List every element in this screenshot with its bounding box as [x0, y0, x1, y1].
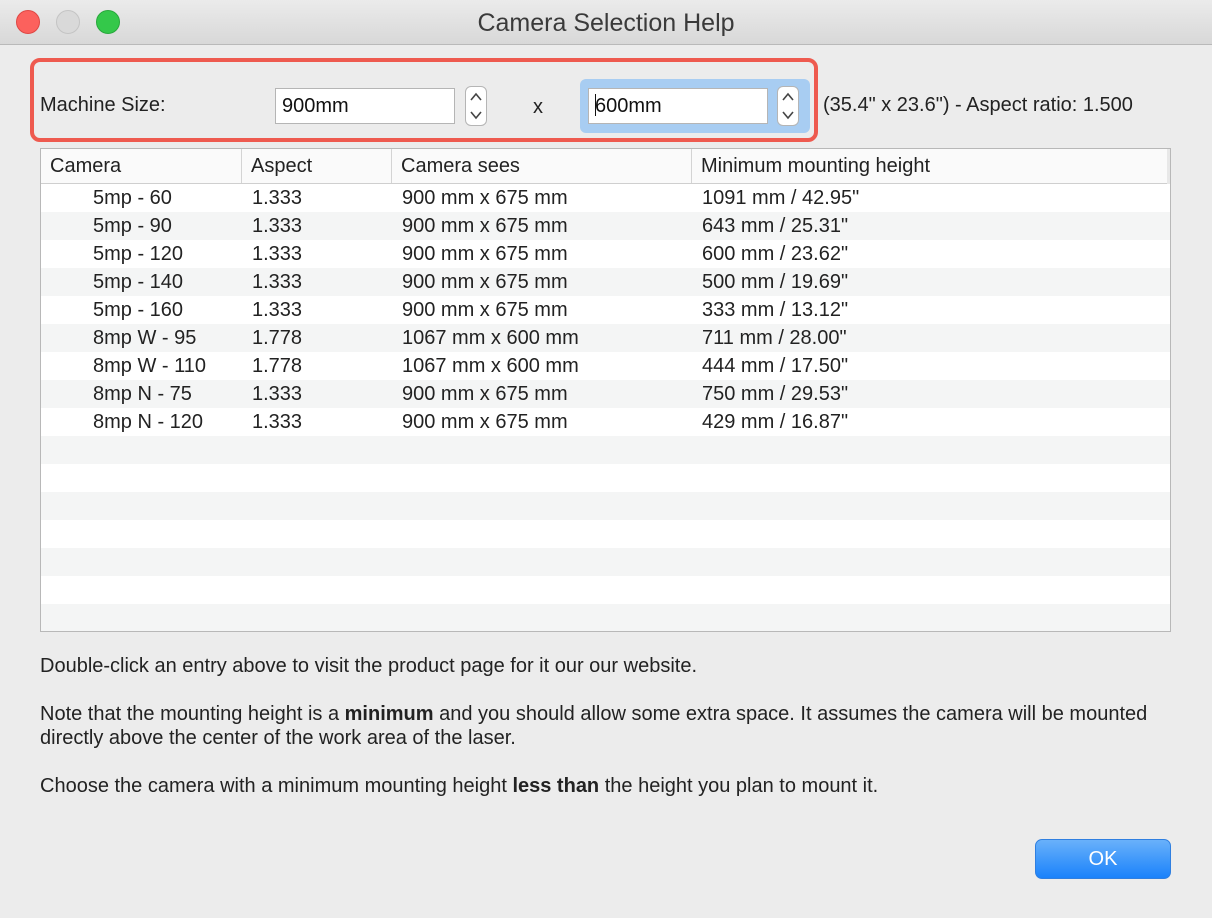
table-header: Camera Aspect Camera sees Minimum mounti… — [41, 149, 1170, 184]
table-cell: 643 mm / 25.31" — [702, 215, 849, 237]
camera-selection-help-window: Camera Selection Help Machine Size: 900m… — [0, 0, 1212, 918]
table-cell: 1.333 — [252, 243, 303, 265]
table-row[interactable]: 5mp - 120 1.333 900 mm x 675 mm 600 mm / 23… — [41, 240, 1170, 268]
table-row[interactable]: 8mp W - 110 1.778 1067 mm x 600 mm 444 mm /… — [41, 352, 1170, 380]
table-row[interactable]: 5mp - 140 1.333 900 mm x 675 mm 500 mm / 19… — [41, 268, 1170, 296]
table-cell: 1067 mm x 600 mm — [402, 355, 579, 377]
table-cell: 1.333 — [252, 215, 303, 237]
machine-width-stepper[interactable] — [465, 86, 487, 126]
table-cell: 444 mm / 17.50" — [702, 355, 849, 377]
width-increment-button[interactable] — [466, 87, 486, 106]
table-row[interactable]: 8mp N - 75 1.333 900 mm x 675 mm 750 mm / 2… — [41, 380, 1170, 408]
table-cell: 1.333 — [252, 411, 303, 433]
column-header-minimum-mounting-height[interactable]: Minimum mounting height — [692, 149, 1170, 183]
table-row[interactable]: 5mp - 60 1.333 900 mm x 675 mm 1091 mm / 42… — [41, 184, 1170, 212]
help-text-fragment: the height you plan to mount it. — [599, 775, 879, 797]
table-cell: 500 mm / 19.69" — [702, 271, 849, 293]
help-text-emphasis: minimum — [344, 703, 434, 725]
column-header-camera-sees[interactable]: Camera sees — [392, 149, 692, 183]
empty-table-row — [41, 548, 1170, 576]
table-cell: 1.333 — [252, 383, 303, 405]
table-cell: 600 mm / 23.62" — [702, 243, 849, 265]
table-cell: 1.778 — [252, 327, 303, 349]
table-cell: 1067 mm x 600 mm — [402, 327, 579, 349]
table-cell: 1.333 — [252, 187, 303, 209]
table-row[interactable]: 5mp - 160 1.333 900 mm x 675 mm 333 mm / 13… — [41, 296, 1170, 324]
table-cell: 1.333 — [252, 271, 303, 293]
table-cell: 1.333 — [252, 299, 303, 321]
help-text-minimum-note: Note that the mounting height is a minim… — [40, 702, 1180, 750]
height-decrement-button[interactable] — [778, 106, 798, 125]
help-text-choose-camera: Choose the camera with a minimum mountin… — [40, 774, 1180, 798]
machine-size-label: Machine Size: — [40, 94, 166, 116]
height-increment-button[interactable] — [778, 87, 798, 106]
table-cell: 1.778 — [252, 355, 303, 377]
table-cell: 5mp - 120 — [93, 243, 184, 265]
table-row[interactable]: 5mp - 90 1.333 900 mm x 675 mm 643 mm / 25.… — [41, 212, 1170, 240]
table-cell: 900 mm x 675 mm — [402, 243, 568, 265]
help-text-fragment: Note that the mounting height is a — [40, 703, 345, 725]
table-cell: 333 mm / 13.12" — [702, 299, 849, 321]
table-cell: 8mp N - 120 — [93, 411, 204, 433]
table-cell: 5mp - 160 — [93, 299, 184, 321]
chevron-up-icon — [470, 92, 482, 101]
table-cell: 429 mm / 16.87" — [702, 411, 849, 433]
chevron-up-icon — [782, 92, 794, 101]
table-cell: 900 mm x 675 mm — [402, 215, 568, 237]
machine-height-value: 600mm — [595, 95, 662, 117]
empty-table-row — [41, 464, 1170, 492]
machine-height-stepper[interactable] — [777, 86, 799, 126]
table-cell: 5mp - 140 — [93, 271, 184, 293]
table-cell: 8mp W - 95 — [93, 327, 197, 349]
table-cell: 711 mm / 28.00" — [702, 327, 847, 349]
help-text-emphasis: less than — [512, 775, 600, 797]
table-cell: 900 mm x 675 mm — [402, 271, 568, 293]
help-text-fragment: Choose the camera with a minimum mountin… — [40, 775, 513, 797]
table-cell: 8mp W - 110 — [93, 355, 206, 377]
help-text-double-click: Double-click an entry above to visit the… — [40, 655, 698, 677]
camera-table[interactable]: Camera Aspect Camera sees Minimum mounti… — [40, 148, 1171, 632]
width-decrement-button[interactable] — [466, 106, 486, 125]
machine-height-field[interactable]: 600mm — [588, 88, 768, 124]
empty-table-row — [41, 520, 1170, 548]
column-header-aspect[interactable]: Aspect — [242, 149, 392, 183]
machine-size-summary: (35.4" x 23.6") - Aspect ratio: 1.500 — [823, 94, 1133, 116]
column-header-camera[interactable]: Camera — [41, 149, 242, 183]
table-cell: 8mp N - 75 — [93, 383, 192, 405]
machine-width-field[interactable]: 900mm — [275, 88, 455, 124]
header-scroll-corner — [1167, 149, 1170, 184]
dimension-separator: x — [533, 96, 543, 118]
empty-table-row — [41, 576, 1170, 604]
empty-table-row — [41, 436, 1170, 464]
table-row[interactable]: 8mp N - 120 1.333 900 mm x 675 mm 429 mm / … — [41, 408, 1170, 436]
window-title: Camera Selection Help — [477, 9, 735, 37]
empty-table-row — [41, 492, 1170, 520]
table-cell: 900 mm x 675 mm — [402, 411, 568, 433]
table-cell: 1091 mm / 42.95" — [702, 187, 860, 209]
table-cell: 5mp - 60 — [93, 187, 172, 209]
title-bar: Camera Selection Help — [0, 0, 1212, 45]
chevron-down-icon — [470, 111, 482, 120]
ok-button[interactable]: OK — [1035, 839, 1171, 879]
chevron-down-icon — [782, 111, 794, 120]
empty-table-row — [41, 604, 1170, 631]
table-body: 5mp - 60 1.333 900 mm x 675 mm 1091 mm / 42… — [41, 184, 1170, 631]
table-cell: 900 mm x 675 mm — [402, 383, 568, 405]
table-cell: 900 mm x 675 mm — [402, 187, 568, 209]
machine-width-value: 900mm — [282, 95, 349, 117]
table-cell: 750 mm / 29.53" — [702, 383, 849, 405]
table-row[interactable]: 8mp W - 95 1.778 1067 mm x 600 mm 711 mm / … — [41, 324, 1170, 352]
table-cell: 5mp - 90 — [93, 215, 172, 237]
table-cell: 900 mm x 675 mm — [402, 299, 568, 321]
